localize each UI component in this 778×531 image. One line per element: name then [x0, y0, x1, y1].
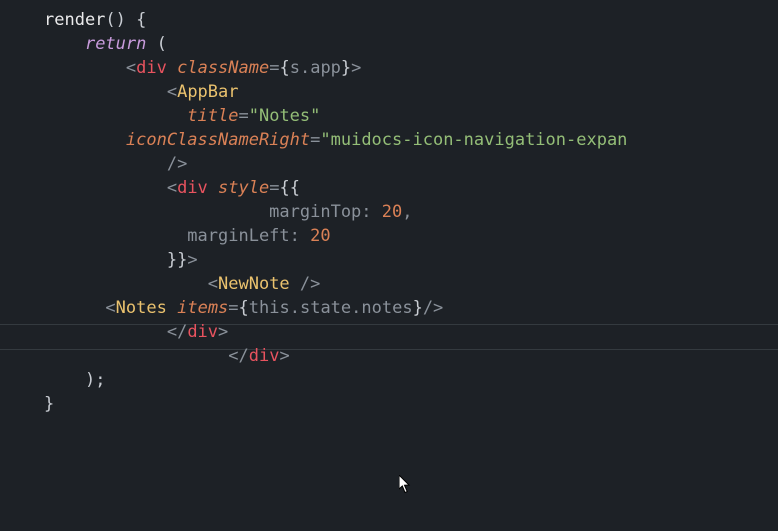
num: 20 — [310, 226, 330, 246]
paren: ); — [85, 370, 105, 390]
code-line[interactable]: return ( — [44, 34, 167, 54]
prop-marginleft: marginLeft: — [187, 226, 310, 246]
brace: } — [44, 394, 54, 414]
tag-div: div — [177, 178, 208, 198]
code-block[interactable]: render() { return ( <div className={s.ap… — [0, 0, 778, 416]
tag-open: < — [167, 178, 177, 198]
code-line[interactable]: <div style={{ — [44, 178, 300, 198]
string-notes: "Notes" — [249, 106, 321, 126]
code-line[interactable]: <Notes items={this.state.notes}/> — [44, 298, 443, 318]
brace-open: {{ — [279, 178, 299, 198]
tag-open: </ — [228, 346, 248, 366]
parens: () { — [105, 10, 146, 30]
tag-selfclose: /> — [423, 298, 443, 318]
equals: = — [269, 58, 279, 78]
brace-close: }} — [167, 250, 187, 270]
tag-open: < — [208, 274, 218, 294]
expr: this.state.notes — [249, 298, 413, 318]
space — [208, 178, 218, 198]
brace-open: { — [279, 58, 289, 78]
method-name: render — [44, 10, 105, 30]
tag-div: div — [136, 58, 167, 78]
brace-close: } — [341, 58, 351, 78]
num: 20 — [382, 202, 402, 222]
tag-open: < — [126, 58, 136, 78]
tag-open: < — [105, 298, 115, 318]
code-editor[interactable]: render() { return ( <div className={s.ap… — [0, 0, 778, 531]
tag-close: > — [218, 322, 228, 342]
tag-selfclose: /> — [300, 274, 320, 294]
string-muidocs: "muidocs-icon-navigation-expan — [320, 130, 627, 150]
equals: = — [238, 106, 248, 126]
attr-title: title — [187, 106, 238, 126]
code-line[interactable]: title="Notes" — [44, 106, 320, 126]
equals: = — [228, 298, 238, 318]
code-line[interactable]: <AppBar — [44, 82, 239, 102]
prop-margintop: marginTop: — [269, 202, 382, 222]
expr: s.app — [290, 58, 341, 78]
equals: = — [310, 130, 320, 150]
tag-close: > — [351, 58, 361, 78]
tag-close: > — [279, 346, 289, 366]
attr-style: style — [218, 178, 269, 198]
space — [167, 58, 177, 78]
code-line[interactable]: /> — [44, 154, 187, 174]
code-line[interactable]: <div className={s.app}> — [44, 58, 361, 78]
mouse-cursor-icon — [399, 475, 412, 494]
space — [290, 274, 300, 294]
comma: , — [402, 202, 412, 222]
code-line[interactable]: render() { — [44, 10, 146, 30]
attr-classname: className — [177, 58, 269, 78]
tag-selfclose: /> — [167, 154, 187, 174]
tag-open: < — [167, 82, 177, 102]
paren: ( — [146, 34, 166, 54]
attr-iconclassnameright: iconClassNameRight — [126, 130, 310, 150]
brace-close: } — [413, 298, 423, 318]
tag-div: div — [249, 346, 280, 366]
code-line[interactable]: marginLeft: 20 — [44, 226, 331, 246]
keyword-return: return — [85, 34, 146, 54]
code-line[interactable]: iconClassNameRight="muidocs-icon-navigat… — [44, 130, 627, 150]
tag-open: </ — [167, 322, 187, 342]
code-line[interactable]: }}> — [44, 250, 198, 270]
component-newnote: NewNote — [218, 274, 290, 294]
code-line[interactable]: </div> — [44, 346, 290, 366]
tag-div: div — [187, 322, 218, 342]
code-line[interactable]: marginTop: 20, — [44, 202, 413, 222]
space — [167, 298, 177, 318]
component-notes: Notes — [116, 298, 167, 318]
tag-close: > — [187, 250, 197, 270]
code-line[interactable]: <NewNote /> — [44, 274, 320, 294]
code-line[interactable]: ); — [44, 370, 105, 390]
equals: = — [269, 178, 279, 198]
code-line[interactable]: } — [44, 394, 54, 414]
attr-items: items — [177, 298, 228, 318]
component-appbar: AppBar — [177, 82, 238, 102]
code-line[interactable]: </div> — [44, 322, 228, 342]
brace-open: { — [239, 298, 249, 318]
